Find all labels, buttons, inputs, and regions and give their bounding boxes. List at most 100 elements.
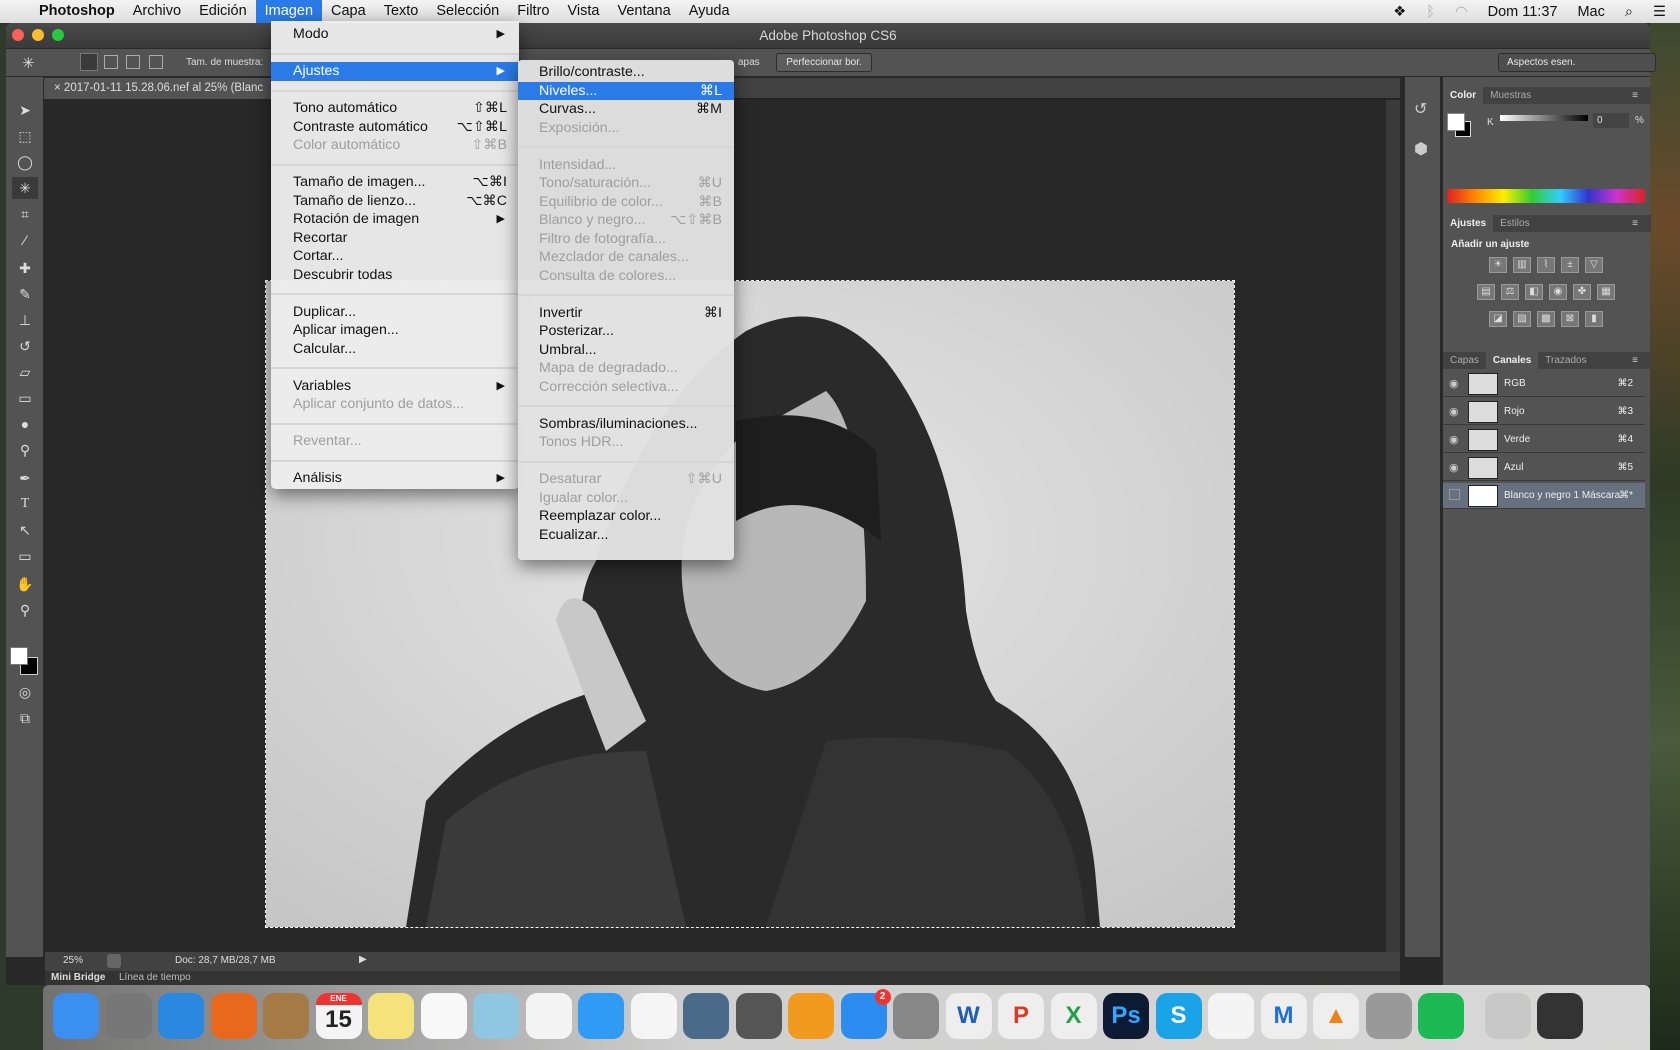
marquee-tool-icon[interactable]: ⬚: [12, 125, 38, 147]
quick-mask-icon[interactable]: ◎: [12, 681, 38, 703]
invert-icon[interactable]: ◪: [1489, 311, 1507, 327]
menu-filtro[interactable]: Filtro: [508, 0, 558, 23]
lasso-tool-icon[interactable]: ◯: [12, 151, 38, 173]
menu-ventana[interactable]: Ventana: [608, 0, 679, 23]
hand-tool-icon[interactable]: ✋: [12, 573, 38, 595]
dock-acrobat-icon[interactable]: [1208, 993, 1254, 1039]
channel-row-rojo[interactable]: ◉ Rojo ⌘3: [1443, 399, 1645, 425]
menu-item[interactable]: Cortar...: [271, 247, 519, 266]
eye-icon[interactable]: ◉: [1449, 433, 1459, 446]
channel-row-rgb[interactable]: ◉ RGB ⌘2: [1443, 371, 1645, 397]
tab-swatches[interactable]: Muestras: [1483, 87, 1538, 104]
foreground-color-swatch[interactable]: [10, 647, 28, 665]
notification-center-icon[interactable]: ☰: [1653, 4, 1666, 20]
history-icon[interactable]: ↺: [1414, 99, 1427, 119]
menu-item[interactable]: Sombras/iluminaciones...: [518, 415, 734, 434]
user-name[interactable]: Mac: [1577, 4, 1604, 20]
dock-system-preferences-icon[interactable]: [893, 993, 939, 1039]
dock-ibooks-icon[interactable]: [788, 993, 834, 1039]
dock-folder-icon[interactable]: [1484, 993, 1531, 1039]
threshold-icon[interactable]: ▩: [1537, 311, 1555, 327]
menu-item[interactable]: Contraste automático ⌥⇧⌘L: [271, 118, 519, 137]
dock-firefox-icon[interactable]: [210, 993, 257, 1039]
hue-saturation-icon[interactable]: ▤: [1477, 284, 1495, 300]
eyedropper-tool-icon[interactable]: ⁄: [12, 229, 38, 251]
color-lookup-icon[interactable]: ▦: [1597, 284, 1615, 300]
dock-terminal-icon[interactable]: [1537, 993, 1583, 1039]
eye-icon[interactable]: ◉: [1449, 405, 1459, 418]
menu-imagen[interactable]: Imagen: [255, 0, 323, 23]
vibrance-icon[interactable]: ▽: [1585, 257, 1603, 273]
channel-row-mask[interactable]: Blanco y negro 1 Máscara ⌘*: [1443, 483, 1645, 509]
color-spectrum[interactable]: [1447, 189, 1645, 203]
dock-photoshop-icon[interactable]: Ps: [1103, 993, 1149, 1039]
menu-item[interactable]: Análisis ▶: [271, 469, 519, 488]
dock-calendar-icon[interactable]: ENE 15: [315, 993, 362, 1039]
menu-item[interactable]: Niveles... ⌘L: [518, 81, 734, 100]
levels-icon[interactable]: ▥: [1513, 257, 1531, 273]
exposure-icon[interactable]: ±: [1561, 257, 1579, 273]
dock-trash-icon[interactable]: [1589, 993, 1636, 1039]
pen-tool-icon[interactable]: ✒: [12, 467, 38, 489]
dropbox-icon[interactable]: ❖: [1393, 4, 1406, 20]
menu-item[interactable]: Tono automático ⇧⌘L: [271, 99, 519, 118]
dock-excel-icon[interactable]: X: [1050, 993, 1097, 1039]
menu-ayuda[interactable]: Ayuda: [680, 0, 739, 23]
menu-seleccion[interactable]: Selección: [427, 0, 508, 23]
crop-tool-icon[interactable]: ⌗: [12, 203, 38, 225]
dock-reminders-icon[interactable]: [420, 993, 467, 1039]
dock-word-icon[interactable]: W: [945, 993, 992, 1039]
dodge-tool-icon[interactable]: ⚲: [12, 439, 38, 461]
menu-photoshop[interactable]: Photoshop: [30, 0, 124, 23]
selective-color-icon[interactable]: ▮: [1585, 311, 1603, 327]
dock-launchpad-icon[interactable]: [105, 993, 152, 1039]
zoom-tool-icon[interactable]: ⚲: [12, 599, 38, 621]
tab-styles[interactable]: Estilos: [1493, 215, 1536, 232]
channel-row-azul[interactable]: ◉ Azul ⌘5: [1443, 455, 1645, 481]
dock-finder-icon[interactable]: [53, 993, 99, 1039]
menu-item[interactable]: Ajustes ▶: [271, 62, 519, 81]
eye-icon[interactable]: ◉: [1449, 461, 1459, 474]
tab-channels[interactable]: Canales: [1485, 352, 1539, 369]
minimize-button[interactable]: [32, 29, 44, 41]
dock-app-store-icon[interactable]: 2: [840, 989, 891, 1039]
black-white-icon[interactable]: ◧: [1525, 284, 1543, 300]
tab-color[interactable]: Color: [1443, 87, 1484, 104]
zoom-button[interactable]: [52, 29, 64, 41]
tab-adjustments[interactable]: Ajustes: [1443, 215, 1494, 232]
menu-item[interactable]: Aplicar imagen...: [271, 321, 519, 340]
menu-texto[interactable]: Texto: [375, 0, 428, 23]
tab-layers[interactable]: Capas: [1443, 352, 1486, 369]
add-selection-icon[interactable]: [104, 55, 118, 69]
dock-preview-icon[interactable]: [683, 993, 729, 1039]
channel-mixer-icon[interactable]: ✤: [1573, 284, 1591, 300]
menu-item[interactable]: Tamaño de imagen... ⌥⌘I: [271, 173, 519, 192]
zoom-level[interactable]: 25%: [63, 955, 83, 966]
3d-icon[interactable]: ⬢: [1414, 139, 1428, 159]
move-tool-icon[interactable]: ➤: [12, 99, 38, 121]
color-balance-icon[interactable]: ⚖: [1501, 284, 1519, 300]
dock-vlc-icon[interactable]: ▲: [1313, 993, 1359, 1039]
workspace-select[interactable]: Aspectos esen.: [1498, 53, 1656, 72]
menu-item[interactable]: Rotación de imagen ▶: [271, 210, 519, 229]
k-slider[interactable]: [1500, 115, 1588, 121]
dock-messages-icon[interactable]: [578, 993, 624, 1039]
visibility-checkbox[interactable]: [1449, 489, 1460, 500]
spotlight-icon[interactable]: ⌕: [1625, 4, 1633, 20]
dock-wps-icon[interactable]: P: [998, 993, 1044, 1039]
magic-wand-icon[interactable]: ✳: [22, 54, 35, 72]
intersect-selection-icon[interactable]: [149, 55, 163, 69]
panel-menu-icon[interactable]: ≡: [1625, 87, 1645, 104]
dock-skype-icon[interactable]: S: [1155, 993, 1202, 1039]
blur-tool-icon[interactable]: ●: [12, 413, 38, 435]
menu-item[interactable]: Reemplazar color...: [518, 507, 734, 526]
panel-menu-icon[interactable]: ≡: [1625, 352, 1645, 369]
menu-item[interactable]: Descubrir todas: [271, 266, 519, 285]
k-value-input[interactable]: 0: [1593, 113, 1629, 128]
panel-menu-icon[interactable]: ≡: [1625, 215, 1645, 232]
status-menu-arrow-icon[interactable]: ▶: [359, 954, 367, 965]
curves-icon[interactable]: ⌇: [1537, 257, 1555, 273]
rectangle-tool-icon[interactable]: ▭: [12, 545, 38, 567]
clock[interactable]: Dom 11:37: [1488, 4, 1558, 20]
menu-item[interactable]: Ecualizar...: [518, 526, 734, 545]
